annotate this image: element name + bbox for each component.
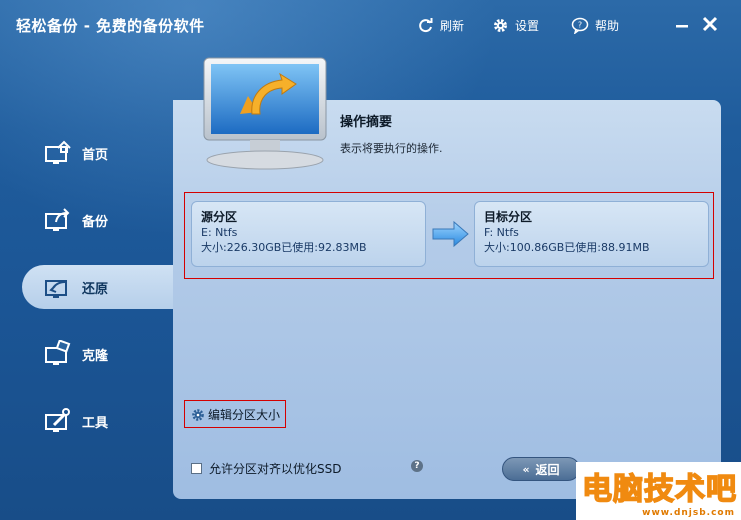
target-title: 目标分区 <box>484 210 533 224</box>
sidebar-item-home[interactable]: 首页 <box>22 131 172 175</box>
sidebar-item-restore[interactable]: 还原 <box>22 265 174 309</box>
gear-icon <box>494 18 507 32</box>
backup-icon <box>45 208 70 231</box>
settings-button[interactable]: 设置 <box>492 14 539 36</box>
watermark-url: www.dnjsb.com <box>642 508 735 518</box>
close-icon <box>702 16 718 32</box>
app-window: 轻松备份 - 免费的备份软件 刷新 设置 ? 帮助 首页 备份 还原 克隆 工具… <box>0 0 741 520</box>
sidebar-item-tools[interactable]: 工具 <box>22 399 172 443</box>
edit-partition-label: 编辑分区大小 <box>208 408 281 422</box>
help-icon[interactable]: ? <box>411 460 423 472</box>
refresh-button[interactable]: 刷新 <box>417 14 464 36</box>
settings-label: 设置 <box>515 18 540 33</box>
checkbox[interactable] <box>191 463 202 474</box>
back-arrow-icon: « <box>522 462 530 476</box>
summary-description: 表示将要执行的操作. <box>340 142 443 155</box>
watermark-text: 电脑技术吧 <box>581 471 737 508</box>
restore-icon <box>45 280 67 298</box>
restore-monitor-icon <box>203 57 327 170</box>
help-bubble-icon: ? <box>571 17 589 34</box>
home-icon <box>45 140 71 164</box>
align-ssd-label: 允许分区对齐以优化SSD <box>209 462 342 476</box>
back-button[interactable]: « 返回 <box>502 457 580 481</box>
minimize-icon <box>676 25 688 28</box>
sidebar-item-label: 备份 <box>82 215 109 230</box>
edit-partition-size-link[interactable]: 编辑分区大小 <box>191 406 280 423</box>
sidebar-item-label: 克隆 <box>82 349 109 364</box>
source-partition-card: 源分区 E: Ntfs 大小:226.30GB已使用:92.83MB <box>191 201 426 267</box>
sidebar-item-label: 首页 <box>82 148 109 163</box>
source-size: 大小:226.30GB已使用:92.83MB <box>201 241 367 254</box>
source-title: 源分区 <box>201 210 238 224</box>
target-drive: F: Ntfs <box>484 226 519 239</box>
close-button[interactable] <box>700 14 720 34</box>
watermark: 电脑技术吧 www.dnjsb.com <box>576 462 741 520</box>
back-label: 返回 <box>535 462 560 477</box>
summary-title: 操作摘要 <box>340 115 393 130</box>
refresh-icon <box>419 17 433 32</box>
help-label: 帮助 <box>595 18 620 33</box>
help-button[interactable]: ? 帮助 <box>571 14 619 36</box>
refresh-label: 刷新 <box>440 18 465 33</box>
target-partition-card: 目标分区 F: Ntfs 大小:100.86GB已使用:88.91MB <box>474 201 709 267</box>
gear-icon <box>192 408 204 421</box>
sidebar-item-label: 还原 <box>82 282 109 297</box>
sidebar-item-clone[interactable]: 克隆 <box>22 332 172 376</box>
clone-icon <box>45 340 71 365</box>
target-size: 大小:100.86GB已使用:88.91MB <box>484 241 650 254</box>
svg-text:?: ? <box>578 20 582 29</box>
sidebar-item-backup[interactable]: 备份 <box>22 198 172 242</box>
app-title: 轻松备份 - 免费的备份软件 <box>16 17 205 35</box>
title-bar: 轻松备份 - 免费的备份软件 刷新 设置 ? 帮助 <box>0 0 741 52</box>
tools-icon <box>45 408 70 432</box>
arrow-right-icon <box>432 220 469 248</box>
minimize-button[interactable] <box>672 14 692 34</box>
source-drive: E: Ntfs <box>201 226 238 239</box>
align-ssd-checkbox[interactable]: 允许分区对齐以优化SSD <box>191 460 341 477</box>
sidebar-item-label: 工具 <box>82 416 109 431</box>
